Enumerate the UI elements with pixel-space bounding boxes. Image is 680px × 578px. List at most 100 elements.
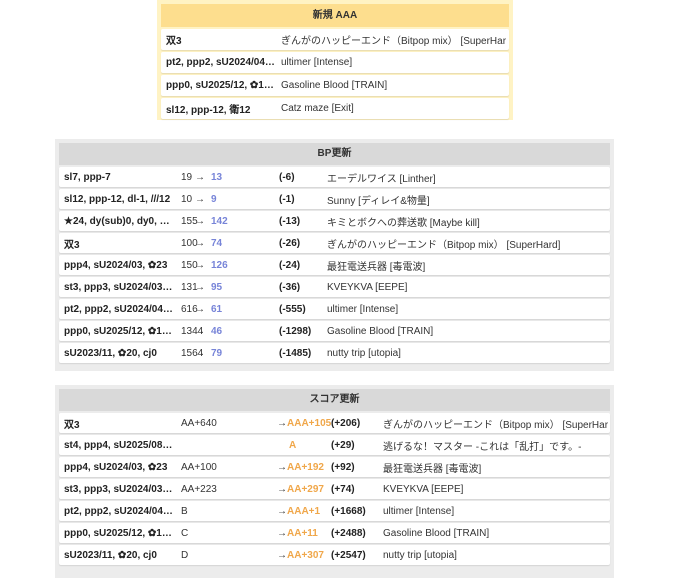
table-row: pt2, ppp2, sU2024/04… B → AAA+1 (+1668) ultim… xyxy=(59,501,610,521)
table-row: st3, ppp3, sU2024/03… 131 → 95 (-36) KVEYKVA … xyxy=(59,277,610,297)
table-row: pt2, ppp2, sU2024/04… 616 → 61 (-555) ultimer… xyxy=(59,299,610,319)
bp-to: 142 xyxy=(211,215,228,227)
score-delta: (+29) xyxy=(331,439,355,451)
bp-arrow: → xyxy=(195,347,205,359)
row-song: Gasoline Blood [TRAIN] xyxy=(383,527,490,539)
row-name: sl12, ppp-12, dl-1, ///12 xyxy=(64,193,171,205)
new-aaa-header: 新規 AAA xyxy=(161,4,509,27)
bp-delta: (-26) xyxy=(279,237,301,249)
row-name: pt2, ppp2, sU2024/04… xyxy=(64,505,173,517)
row-name: pt2, ppp2, sU2024/04… xyxy=(166,57,275,68)
row-name: ★24, dy(sub)0, dy0, … xyxy=(64,215,170,227)
bp-to: 126 xyxy=(211,259,228,271)
table-row: ppp0, sU2025/12, ✿1… 1344 → 46 (-1298) Gasoli… xyxy=(59,321,610,341)
row-song: nutty trip [utopia] xyxy=(383,549,457,561)
table-row: 双3 AA+640 → AAA+105 (+206) ぎんがのハッピーエンド（Bitpop… xyxy=(59,413,610,433)
row-name: sl12, ppp-12, 衛12 xyxy=(166,105,251,116)
bp-to: 46 xyxy=(211,325,223,337)
row-name: ppp4, sU2024/03, ✿23 xyxy=(64,259,168,271)
row-song: nutty trip [utopia] xyxy=(327,347,401,359)
new-aaa-list: 双3 ぎんがのハッピーエンド（Bitpop mix） [SuperHard] pt2… xyxy=(161,29,509,119)
table-row: sU2023/11, ✿20, cj0 1564 → 79 (-1485) nutty t… xyxy=(59,343,610,363)
row-name: 双3 xyxy=(64,419,80,431)
row-song: ultimer [Intense] xyxy=(327,303,399,315)
row-song: エーデルワイス [Linther] xyxy=(327,173,436,185)
table-row: 双3 100 → 74 (-26) ぎんがのハッピーエンド（Bitpop mix） [Su… xyxy=(59,233,610,253)
bp-arrow: → xyxy=(195,193,205,205)
bp-delta: (-6) xyxy=(279,171,295,183)
row-name: ppp0, sU2025/12, ✿1… xyxy=(64,527,172,539)
row-song: Catz maze [Exit] xyxy=(281,103,354,114)
score-update-header: スコア更新 xyxy=(59,389,610,411)
row-name: ppp0, sU2025/12, ✿1… xyxy=(64,325,172,337)
bp-delta: (-36) xyxy=(279,281,301,293)
bp-arrow: → xyxy=(195,259,205,271)
row-name: sl7, ppp-7 xyxy=(64,171,111,183)
row-song: 最狂電送兵器 [毒電波] xyxy=(327,261,426,273)
row-name: ppp0, sU2025/12, ✿1… xyxy=(166,80,274,91)
score-update-list: 双3 AA+640 → AAA+105 (+206) ぎんがのハッピーエンド（Bitpop… xyxy=(59,413,610,565)
bp-delta: (-555) xyxy=(279,303,306,315)
new-aaa-panel: 新規 AAA 双3 ぎんがのハッピーエンド（Bitpop mix） [SuperH… xyxy=(157,0,513,120)
bp-to: 79 xyxy=(211,347,223,359)
bp-delta: (-1) xyxy=(279,193,295,205)
score-from: AA+100 xyxy=(181,461,217,473)
bp-to: 61 xyxy=(211,303,223,315)
score-from: AA+640 xyxy=(181,417,217,429)
bp-to: 74 xyxy=(211,237,223,249)
table-row: st3, ppp3, sU2024/03… AA+223 → AA+297 (+74) K… xyxy=(59,479,610,499)
row-song: キミとボクへの葬送歌 [Maybe kill] xyxy=(327,217,480,229)
list-item: ppp0, sU2025/12, ✿1… Gasoline Blood [TRAI… xyxy=(161,75,509,96)
row-name: st3, ppp3, sU2024/03… xyxy=(64,483,173,495)
row-song: Gasoline Blood [TRAIN] xyxy=(327,325,434,337)
row-song: 最狂電送兵器 [毒電波] xyxy=(383,463,482,475)
row-name: st3, ppp3, sU2024/03… xyxy=(64,281,173,293)
row-name: sU2023/11, ✿20, cj0 xyxy=(64,347,157,359)
score-delta: (+2547) xyxy=(331,549,366,561)
row-song: ultimer [Intense] xyxy=(383,505,455,517)
bp-to: 13 xyxy=(211,171,223,183)
bp-update-list: sl7, ppp-7 19 → 13 (-6) エーデルワイス [Linther] sl12… xyxy=(59,167,610,363)
row-song: ultimer [Intense] xyxy=(281,57,353,68)
score-delta: (+1668) xyxy=(331,505,366,517)
table-row: sl12, ppp-12, dl-1, ///12 10 → 9 (-1) Sunny [… xyxy=(59,189,610,209)
bp-update-header: BP更新 xyxy=(59,143,610,165)
row-song: ぎんがのハッピーエンド（Bitpop mix） [SuperHard] xyxy=(383,419,608,431)
row-song: 逃げるな！マスター -これは「乱打」です。- xyxy=(383,441,582,453)
bp-arrow: → xyxy=(195,281,205,293)
score-delta: (+2488) xyxy=(331,527,366,539)
bp-arrow: → xyxy=(195,171,205,183)
list-item: sl12, ppp-12, 衛12 Catz maze [Exit] xyxy=(161,98,509,119)
row-song: ぎんがのハッピーエンド（Bitpop mix） [SuperHard] xyxy=(281,36,506,47)
row-name: 双3 xyxy=(64,239,80,251)
score-update-panel: スコア更新 双3 AA+640 → AAA+105 (+206) ぎんがのハッピーエンド（… xyxy=(55,385,614,578)
table-row: sU2023/11, ✿20, cj0 D → AA+307 (+2547) nutty … xyxy=(59,545,610,565)
bp-delta: (-24) xyxy=(279,259,301,271)
table-row: st4, ppp4, sU2025/08… A (+29) 逃げるな！マスター -これ… xyxy=(59,435,610,455)
bp-update-panel: BP更新 sl7, ppp-7 19 → 13 (-6) エーデルワイス [Linther… xyxy=(55,139,614,371)
score-from xyxy=(181,435,241,455)
bp-delta: (-1485) xyxy=(279,347,312,359)
table-row: sl7, ppp-7 19 → 13 (-6) エーデルワイス [Linther] xyxy=(59,167,610,187)
table-row: ppp0, sU2025/12, ✿1… C → AA+11 (+2488) Gasoli… xyxy=(59,523,610,543)
score-from: AA+223 xyxy=(181,483,217,495)
table-row: ppp4, sU2024/03, ✿23 150 → 126 (-24) 最狂電送兵器 [… xyxy=(59,255,610,275)
bp-arrow: → xyxy=(195,215,205,227)
row-name: 双3 xyxy=(166,36,182,47)
bp-delta: (-1298) xyxy=(279,325,312,337)
bp-arrow: → xyxy=(195,237,205,249)
bp-arrow: → xyxy=(195,325,205,337)
row-name: st4, ppp4, sU2025/08… xyxy=(64,439,173,451)
score-delta: (+206) xyxy=(331,417,361,429)
row-name: pt2, ppp2, sU2024/04… xyxy=(64,303,173,315)
row-name: ppp4, sU2024/03, ✿23 xyxy=(64,461,168,473)
row-song: KVEYKVA [EEPE] xyxy=(327,281,408,293)
table-row: ★24, dy(sub)0, dy0, … 155 → 142 (-13) キミとボクへの… xyxy=(59,211,610,231)
score-delta: (+92) xyxy=(331,461,355,473)
row-song: KVEYKVA [EEPE] xyxy=(383,483,464,495)
list-item: 双3 ぎんがのハッピーエンド（Bitpop mix） [SuperHard] xyxy=(161,29,509,50)
table-row: ppp4, sU2024/03, ✿23 AA+100 → AA+192 (+92) 最狂… xyxy=(59,457,610,477)
row-song: ぎんがのハッピーエンド（Bitpop mix） [SuperHard] xyxy=(327,239,561,251)
score-from: B xyxy=(181,505,188,517)
score-arrow xyxy=(277,435,289,455)
